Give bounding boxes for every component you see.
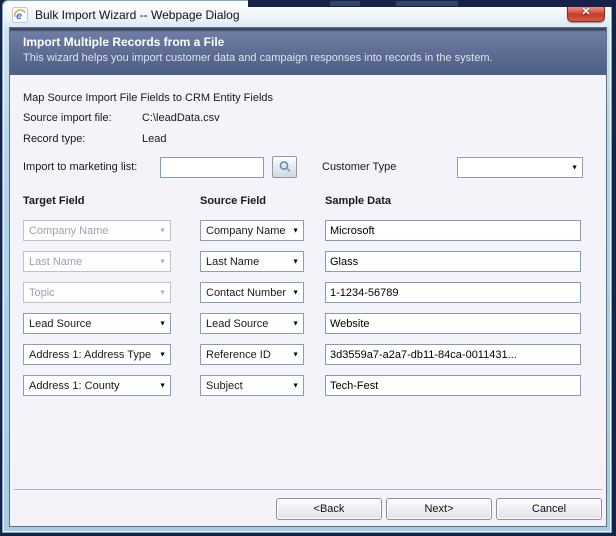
target-field-select: Company Name ▼ xyxy=(23,220,171,241)
source-field-select[interactable]: Contact Number ▼ xyxy=(200,282,304,303)
dialog-content: Import Multiple Records from a File This… xyxy=(9,27,607,527)
chevron-down-icon: ▼ xyxy=(159,382,166,389)
bulk-import-wizard-dialog: e Bulk Import Wizard -- Webpage Dialog ✕… xyxy=(2,0,612,533)
chevron-down-icon: ▼ xyxy=(159,258,166,265)
source-field-select[interactable]: Reference ID ▼ xyxy=(200,344,304,365)
source-field-select[interactable]: Lead Source ▼ xyxy=(200,313,304,334)
source-file-label: Source import file: xyxy=(23,112,112,124)
column-header-target: Target Field xyxy=(23,195,85,207)
background-window-fragment xyxy=(330,1,360,6)
source-field-value: Company Name xyxy=(206,225,285,237)
sample-data-field[interactable] xyxy=(325,220,581,241)
chevron-down-icon: ▼ xyxy=(159,320,166,327)
back-button[interactable]: <Back xyxy=(276,498,382,520)
sample-data-field[interactable] xyxy=(325,251,581,272)
section-heading: Map Source Import File Fields to CRM Ent… xyxy=(23,92,273,104)
close-icon: ✕ xyxy=(581,6,590,18)
target-field-value: Lead Source xyxy=(29,318,91,330)
search-icon xyxy=(278,160,292,174)
column-header-source: Source Field xyxy=(200,195,266,207)
source-field-value: Subject xyxy=(206,380,243,392)
svg-text:e: e xyxy=(16,9,22,21)
window-title: Bulk Import Wizard -- Webpage Dialog xyxy=(35,8,240,22)
target-field-select: Topic ▼ xyxy=(23,282,171,303)
source-field-value: Contact Number xyxy=(206,287,286,299)
next-button[interactable]: Next> xyxy=(386,498,492,520)
chevron-down-icon: ▼ xyxy=(292,289,299,296)
chevron-down-icon: ▼ xyxy=(292,382,299,389)
footer: <Back Next> Cancel xyxy=(10,489,606,526)
target-field-select: Last Name ▼ xyxy=(23,251,171,272)
target-field-select[interactable]: Address 1: Address Type ▼ xyxy=(23,344,171,365)
chevron-down-icon: ▼ xyxy=(571,164,578,171)
sample-data-field[interactable] xyxy=(325,375,581,396)
customer-type-label: Customer Type xyxy=(322,161,396,173)
target-field-select[interactable]: Address 1: County ▼ xyxy=(23,375,171,396)
column-header-sample: Sample Data xyxy=(325,195,391,207)
page-subtitle: This wizard helps you import customer da… xyxy=(23,52,606,64)
target-field-value: Address 1: Address Type xyxy=(29,349,151,361)
chevron-down-icon: ▼ xyxy=(292,351,299,358)
marketing-list-label: Import to marketing list: xyxy=(23,161,137,173)
marketing-list-input[interactable] xyxy=(160,157,264,178)
customer-type-select[interactable]: ▼ xyxy=(457,157,583,178)
chevron-down-icon: ▼ xyxy=(292,258,299,265)
chevron-down-icon: ▼ xyxy=(159,227,166,234)
target-field-select[interactable]: Lead Source ▼ xyxy=(23,313,171,334)
background-window-fragment xyxy=(248,0,616,7)
page-title: Import Multiple Records from a File xyxy=(23,35,606,49)
chevron-down-icon: ▼ xyxy=(159,289,166,296)
target-field-value: Topic xyxy=(29,287,55,299)
source-field-select[interactable]: Subject ▼ xyxy=(200,375,304,396)
source-field-select[interactable]: Company Name ▼ xyxy=(200,220,304,241)
record-type-value: Lead xyxy=(142,133,166,145)
sample-data-field[interactable] xyxy=(325,344,581,365)
chevron-down-icon: ▼ xyxy=(159,351,166,358)
target-field-value: Address 1: County xyxy=(29,380,120,392)
target-field-value: Last Name xyxy=(29,256,82,268)
mapping-panel: Map Source Import File Fields to CRM Ent… xyxy=(10,75,606,489)
background-window-fragment xyxy=(396,1,458,6)
lookup-button[interactable] xyxy=(272,156,297,178)
source-file-value: C:\leadData.csv xyxy=(142,112,220,124)
wizard-header: Import Multiple Records from a File This… xyxy=(10,28,606,75)
cancel-button[interactable]: Cancel xyxy=(496,498,602,520)
record-type-label: Record type: xyxy=(23,133,85,145)
target-field-value: Company Name xyxy=(29,225,108,237)
source-field-value: Reference ID xyxy=(206,349,271,361)
chevron-down-icon: ▼ xyxy=(292,320,299,327)
source-field-value: Lead Source xyxy=(206,318,268,330)
source-field-select[interactable]: Last Name ▼ xyxy=(200,251,304,272)
source-field-value: Last Name xyxy=(206,256,259,268)
ie-logo-icon: e xyxy=(12,7,28,23)
sample-data-field[interactable] xyxy=(325,313,581,334)
chevron-down-icon: ▼ xyxy=(292,227,299,234)
sample-data-field[interactable] xyxy=(325,282,581,303)
